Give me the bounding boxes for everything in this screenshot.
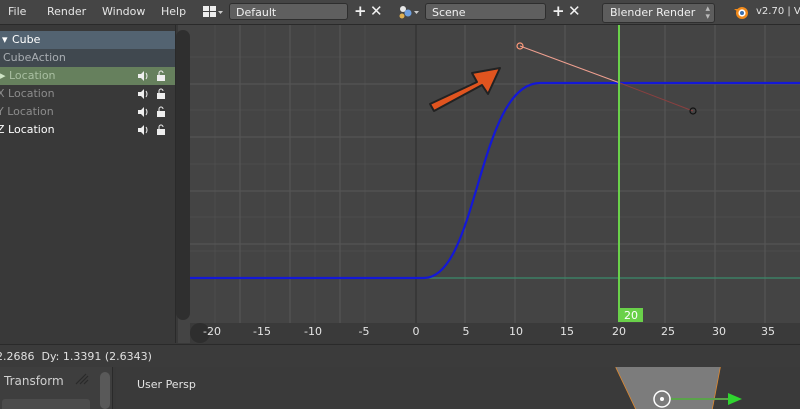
scene-icon[interactable] — [397, 3, 421, 21]
status-text: 2.2686 Dy: 1.3391 (2.6343) — [0, 350, 152, 363]
x-tick-label: 30 — [712, 325, 726, 338]
channel-mute-lock-icons[interactable] — [137, 106, 171, 118]
x-tick-label: 15 — [560, 325, 574, 338]
channel-z-label: Z Location — [0, 123, 55, 136]
x-tick-label: -20 — [203, 325, 221, 338]
screen-layout-icon[interactable] — [202, 4, 224, 20]
x-tick-label: 20 — [612, 325, 626, 338]
channel-item[interactable]: Y Location — [0, 103, 175, 121]
x-tick-label: 25 — [661, 325, 675, 338]
x-tick-label: 0 — [413, 325, 420, 338]
x-tick-label: -5 — [359, 325, 370, 338]
3d-viewport[interactable]: User Persp — [116, 367, 800, 409]
transform-panel-title[interactable]: Transform — [4, 374, 64, 388]
info-header: File Render Window Help Default + ✕ Scen… — [0, 0, 800, 25]
current-frame-label: 20 — [624, 309, 638, 322]
blender-logo-icon — [732, 3, 750, 21]
add-scene-button[interactable]: + — [552, 3, 565, 19]
panel-drag-icon[interactable] — [74, 372, 90, 386]
channel-item[interactable]: Z Location — [0, 121, 175, 139]
transform-field[interactable] — [2, 399, 90, 409]
channel-group-row[interactable]: ▸ Location — [0, 67, 175, 85]
render-engine-dropdown[interactable]: Blender Render ▴ ▾ — [602, 3, 715, 23]
x-tick-label: -15 — [253, 325, 271, 338]
menu-window[interactable]: Window — [102, 5, 145, 18]
delete-scene-button[interactable]: ✕ — [568, 3, 581, 19]
scene-field[interactable]: Scene — [425, 3, 546, 20]
channel-action-row[interactable]: CubeAction — [0, 49, 175, 67]
status-bar: 2.2686 Dy: 1.3391 (2.6343) — [0, 344, 800, 367]
channel-item[interactable]: X Location — [0, 85, 175, 103]
channel-mute-lock-icons[interactable] — [137, 70, 171, 82]
channel-action-label: CubeAction — [3, 51, 66, 64]
channel-y-label: Y Location — [0, 105, 54, 118]
menu-file[interactable]: File — [8, 5, 26, 18]
manipulator-arrow-icon — [728, 393, 742, 405]
frame-ruler[interactable] — [190, 323, 800, 343]
channel-object-row[interactable]: ▾ Cube — [0, 31, 175, 49]
render-engine-label: Blender Render — [610, 6, 696, 19]
group-arrow-icon[interactable]: ▸ — [0, 67, 6, 85]
expand-arrow-icon[interactable]: ▾ — [2, 31, 8, 49]
channel-x-label: X Location — [0, 87, 55, 100]
keyframe-handle-left — [519, 45, 621, 84]
z-location-fcurve[interactable] — [178, 81, 800, 280]
panel-scrollbar[interactable] — [100, 372, 110, 409]
channel-object-label: Cube — [12, 33, 41, 46]
chevron-updown-icon: ▴ ▾ — [705, 4, 710, 22]
screen-layout-field[interactable]: Default — [229, 3, 348, 20]
channel-mute-lock-icons[interactable] — [137, 124, 171, 136]
graph-editor-view[interactable]: 0 2 4 6 8 -20 -15 -10 -5 0 5 10 15 20 25… — [178, 25, 800, 343]
properties-panel: Transform — [0, 367, 113, 409]
menu-render[interactable]: Render — [47, 5, 86, 18]
delete-layout-button[interactable]: ✕ — [370, 3, 383, 19]
x-tick-label: 35 — [761, 325, 775, 338]
menu-help[interactable]: Help — [161, 5, 186, 18]
add-layout-button[interactable]: + — [354, 3, 367, 19]
graph-vertical-scrollbar[interactable] — [176, 30, 190, 320]
channel-group-label: Location — [9, 69, 56, 82]
keyframe-handle-right — [619, 82, 694, 112]
channel-region: ▾ Cube CubeAction ▸ Location X Location … — [0, 25, 176, 343]
version-label: v2.70 | V — [756, 6, 800, 17]
viewport-scene — [615, 367, 742, 409]
channel-mute-lock-icons[interactable] — [137, 88, 171, 100]
x-tick-label: 10 — [509, 325, 523, 338]
x-tick-label: -10 — [304, 325, 322, 338]
graph-canvas[interactable]: 0 2 4 6 8 -20 -15 -10 -5 0 5 10 15 20 25… — [178, 25, 800, 343]
x-tick-label: 5 — [463, 325, 470, 338]
